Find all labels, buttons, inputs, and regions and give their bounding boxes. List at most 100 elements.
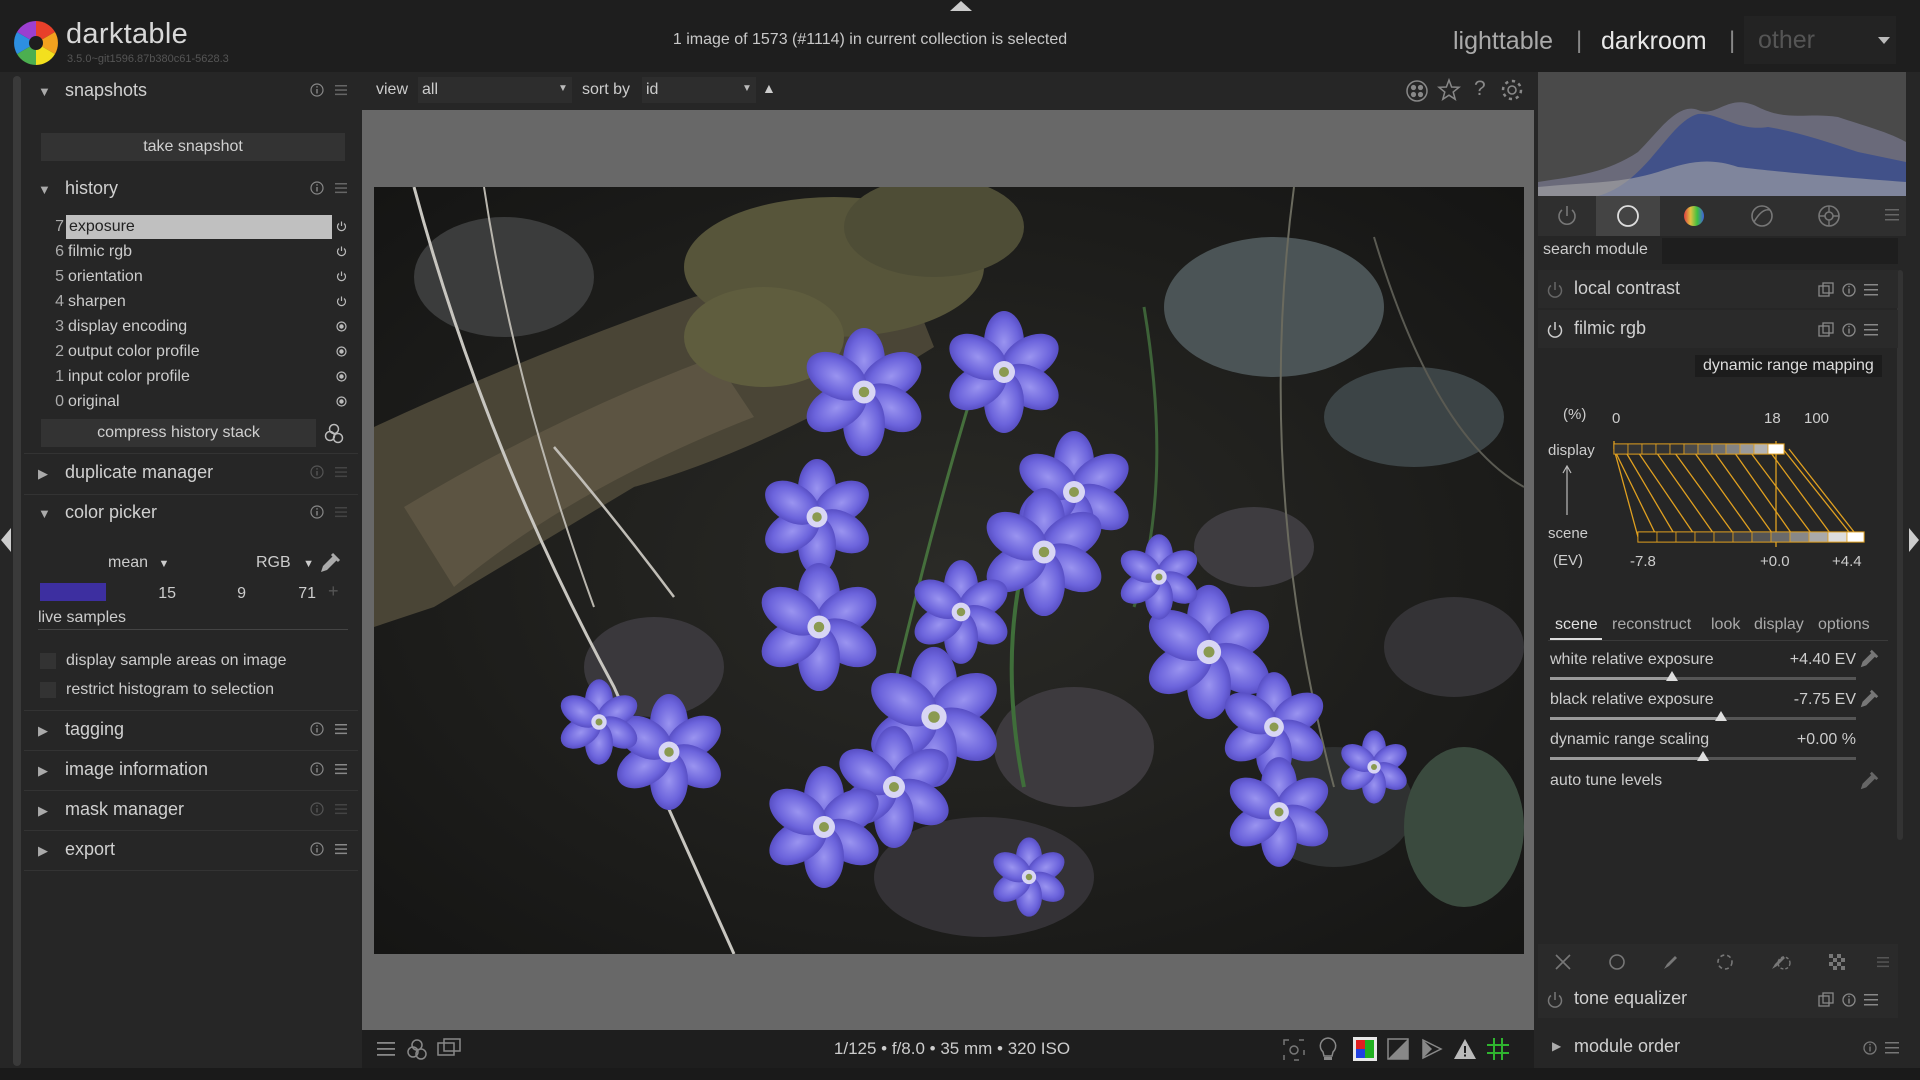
history-item[interactable]: 3 display encoding [46,315,347,339]
take-snapshot-button[interactable]: take snapshot [41,133,345,161]
history-item[interactable]: 7 exposure [46,215,347,239]
tone-equalizer-header[interactable]: tone equalizer [1538,980,1898,1018]
collapse-left-arrow-icon[interactable] [0,528,12,552]
right-scrollbar[interactable] [1897,270,1903,840]
color-picker-icon[interactable] [1858,688,1880,710]
history-item[interactable]: 4 sharpen [46,290,347,314]
info-icon[interactable] [310,762,324,776]
view-other-dropdown[interactable]: other [1744,16,1896,64]
slider-handle-icon[interactable] [1715,711,1727,721]
add-sample-icon[interactable]: + [328,581,339,602]
color-group-icon[interactable] [1682,204,1706,228]
color-picker-icon[interactable] [1858,648,1880,670]
slider-handle-icon[interactable] [1697,751,1709,761]
power-icon[interactable] [1555,204,1579,228]
presets-menu-icon[interactable] [1876,955,1890,969]
info-icon[interactable] [310,802,324,816]
raster-mask-icon[interactable] [1828,953,1846,971]
clipping-indicator-icon[interactable] [1420,1037,1444,1061]
focus-peaking-icon[interactable] [1282,1038,1306,1062]
color-picker-icon[interactable] [1858,770,1880,792]
duplicate-manager-header[interactable]: ▶ duplicate manager [24,454,358,492]
group-active-tab[interactable] [1596,196,1660,236]
restrict-histogram-checkbox[interactable] [40,682,56,698]
drawn-parametric-mask-icon[interactable] [1770,953,1792,971]
presets-menu-icon[interactable] [334,722,348,736]
info-icon[interactable] [310,505,324,519]
quick-access-presets-icon[interactable] [375,1039,397,1059]
reset-icon[interactable] [1841,322,1857,338]
uniform-mask-icon[interactable] [1608,953,1626,971]
multi-instance-icon[interactable] [1818,282,1834,298]
star-icon[interactable] [1437,78,1461,102]
filmic-tab-reconstruct[interactable]: reconstruct [1612,616,1691,634]
second-window-icon[interactable] [436,1037,462,1061]
filmic-tab-display[interactable]: display [1754,616,1804,634]
reset-icon[interactable] [1841,282,1857,298]
history-header[interactable]: ▼ history [24,170,358,208]
multi-instance-icon[interactable] [1818,992,1834,1008]
sort-ascending-icon[interactable]: ▲ [762,80,776,96]
search-module-input[interactable] [1662,238,1898,264]
tagging-header[interactable]: ▶ tagging [24,711,358,749]
drawn-mask-icon[interactable] [1662,953,1680,971]
styles-icon[interactable] [405,1037,429,1061]
presets-menu-icon[interactable] [1863,322,1879,338]
presets-menu-icon[interactable] [334,842,348,856]
view-darkroom[interactable]: darkroom [1601,27,1707,56]
filmic-tab-scene[interactable]: scene [1555,616,1598,634]
history-item[interactable]: 2 output color profile [46,340,347,364]
mask-manager-header[interactable]: ▶ mask manager [24,791,358,829]
presets-menu-icon[interactable] [1884,1040,1900,1056]
local-contrast-header[interactable]: local contrast [1538,270,1898,308]
sort-by-select[interactable]: id ▼ [642,77,756,103]
history-item[interactable]: 5 orientation [46,265,347,289]
filmic-tab-look[interactable]: look [1711,616,1740,634]
presets-menu-icon[interactable] [334,83,348,97]
info-icon[interactable] [310,465,324,479]
view-filter-select[interactable]: all ▼ [418,77,572,103]
filmic-rgb-header[interactable]: filmic rgb [1538,310,1898,348]
multi-instance-icon[interactable] [1818,322,1834,338]
history-item[interactable]: 1 input color profile [46,365,347,389]
module-order-header[interactable]: ▶ module order [1538,1028,1920,1066]
picker-mode-select[interactable]: mean ▼ [108,554,169,572]
histogram[interactable] [1538,72,1906,196]
info-icon[interactable] [310,722,324,736]
color-labels-icon[interactable] [1405,79,1429,103]
presets-menu-icon[interactable] [1863,992,1879,1008]
slider-handle-icon[interactable] [1666,671,1678,681]
reset-icon[interactable] [1841,992,1857,1008]
presets-menu-icon[interactable] [334,762,348,776]
presets-menu-icon[interactable] [334,181,348,195]
guides-grid-icon[interactable] [1486,1037,1510,1061]
presets-menu-icon[interactable] [1863,282,1879,298]
collapse-right-arrow-icon[interactable] [1908,528,1920,552]
filmic-mapping-graph[interactable] [1608,437,1868,549]
compress-history-button[interactable]: compress history stack [41,419,316,447]
softproof-colors-icon[interactable] [1352,1036,1378,1062]
power-icon[interactable] [1546,991,1564,1009]
presets-menu-icon[interactable] [334,505,348,519]
info-icon[interactable] [1862,1040,1878,1056]
create-style-icon[interactable] [323,421,345,445]
color-picker-header[interactable]: ▼ color picker [24,494,358,532]
presets-menu-icon[interactable] [334,465,348,479]
presets-menu-icon[interactable] [334,802,348,816]
info-icon[interactable] [310,181,324,195]
info-icon[interactable] [310,83,324,97]
help-icon[interactable]: ? [1474,77,1486,101]
history-item[interactable]: 6 filmic rgb [46,240,347,264]
parametric-mask-icon[interactable] [1716,953,1734,971]
image-information-header[interactable]: ▶ image information [24,751,358,789]
info-icon[interactable] [310,842,324,856]
correct-group-icon[interactable] [1750,204,1774,228]
display-sample-checkbox[interactable] [40,653,56,669]
presets-menu-icon[interactable] [1884,207,1900,223]
export-header[interactable]: ▶ export [24,831,358,869]
history-item[interactable]: 0 original [46,390,347,414]
picker-space-select[interactable]: RGB ▼ [256,554,314,572]
power-icon[interactable] [1546,281,1564,299]
color-picker-icon[interactable] [318,551,342,575]
filmic-tab-options[interactable]: options [1818,616,1870,634]
